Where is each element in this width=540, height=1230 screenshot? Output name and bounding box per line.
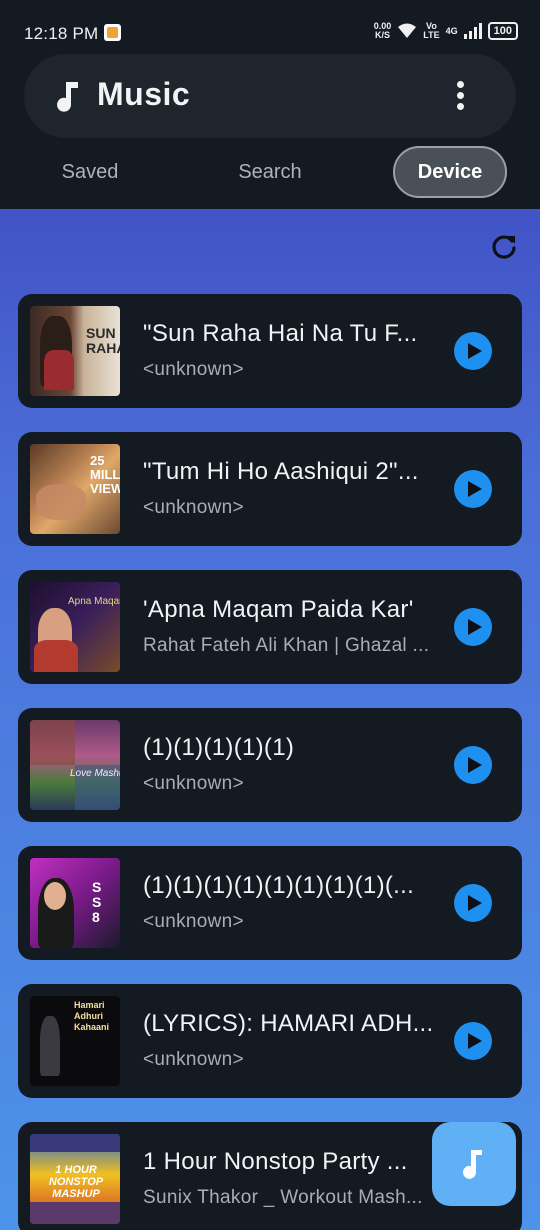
app-title: Music	[97, 76, 191, 112]
song-thumbnail: 1 HOUR NONSTOP MASHUP	[30, 1134, 120, 1224]
refresh-icon[interactable]	[489, 232, 519, 262]
song-thumbnail: Hamari Adhuri Kahaani	[30, 996, 120, 1086]
song-card[interactable]: Apna Maqam Paida 'Apna Maqam Paida Kar' …	[18, 570, 522, 684]
volte-indicator: Vo LTE	[423, 21, 440, 40]
music-fab-button[interactable]	[432, 1122, 516, 1206]
more-options-icon[interactable]	[448, 76, 472, 116]
song-card[interactable]: Hamari Adhuri Kahaani (LYRICS): HAMARI A…	[18, 984, 522, 1098]
song-card[interactable]: 25 MILLION VIEWS "Tum Hi Ho Aashiqui 2".…	[18, 432, 522, 546]
song-thumbnail: SUN RAHA	[30, 306, 120, 396]
song-title: (1)(1)(1)(1)(1)(1)(1)(1)(...	[143, 872, 415, 899]
tab-saved[interactable]: Saved	[40, 146, 140, 198]
play-button[interactable]	[454, 608, 492, 646]
status-time: 12:18 PM	[24, 24, 99, 43]
song-artist: <unknown>	[143, 911, 244, 932]
net-speed: 0.00 K/S	[373, 21, 392, 40]
play-button[interactable]	[454, 470, 492, 508]
music-note-icon	[57, 82, 78, 112]
play-button[interactable]	[454, 746, 492, 784]
song-artist: Sunix Thakor _ Workout Mash...	[143, 1187, 423, 1208]
song-title: (1)(1)(1)(1)(1)	[143, 734, 295, 761]
song-title: "Sun Raha Hai Na Tu F...	[143, 320, 418, 347]
top-bar: 12:18 PM 0.00 K/S Vo LTE 4G 100 Music Sa…	[0, 0, 540, 209]
song-artist: <unknown>	[143, 1049, 244, 1070]
song-thumbnail: 25 MILLION VIEWS	[30, 444, 120, 534]
wifi-icon	[398, 23, 417, 38]
music-note-icon	[463, 1150, 482, 1179]
song-title: 'Apna Maqam Paida Kar'	[143, 596, 414, 623]
play-button[interactable]	[454, 332, 492, 370]
tab-bar: Saved Search Device	[0, 146, 540, 200]
song-artist: <unknown>	[143, 359, 244, 380]
network-type: 4G	[445, 25, 458, 36]
song-thumbnail: S S 8	[30, 858, 120, 948]
app-bar: Music	[24, 54, 516, 138]
song-card[interactable]: S S 8 (1)(1)(1)(1)(1)(1)(1)(1)(... <unkn…	[18, 846, 522, 960]
song-thumbnail: Love Mashup	[30, 720, 120, 810]
status-indicators: 0.00 K/S Vo LTE 4G 100	[374, 22, 518, 40]
song-thumbnail: Apna Maqam Paida	[30, 582, 120, 672]
tab-device[interactable]: Device	[393, 146, 507, 198]
battery-icon: 100	[487, 22, 518, 40]
song-artist: <unknown>	[143, 497, 244, 518]
song-card[interactable]: Love Mashup (1)(1)(1)(1)(1) <unknown>	[18, 708, 522, 822]
play-button[interactable]	[454, 1022, 492, 1060]
tab-search[interactable]: Search	[215, 146, 325, 198]
song-title: "Tum Hi Ho Aashiqui 2"...	[143, 458, 419, 485]
notification-app-icon	[104, 24, 121, 41]
song-title: (LYRICS): HAMARI ADH...	[143, 1010, 434, 1037]
song-artist: Rahat Fateh Ali Khan | Ghazal ...	[143, 635, 430, 656]
song-artist: <unknown>	[143, 773, 244, 794]
signal-icon	[463, 23, 482, 39]
song-card[interactable]: SUN RAHA "Sun Raha Hai Na Tu F... <unkno…	[18, 294, 522, 408]
song-title: 1 Hour Nonstop Party ...	[143, 1148, 408, 1175]
play-button[interactable]	[454, 884, 492, 922]
